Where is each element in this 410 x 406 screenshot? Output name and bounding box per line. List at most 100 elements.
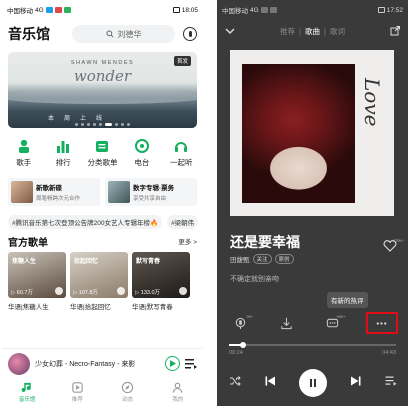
section-header: 官方歌单 更多 > <box>2 230 203 252</box>
progress-bar[interactable] <box>229 342 396 348</box>
now-playing-title: 少女幻葬 - Necro-Fantasy - 来影 <box>35 360 136 368</box>
like-count: 10w+ <box>393 238 404 243</box>
shuffle-icon <box>229 376 241 386</box>
hashtag-chip[interactable]: #梁朝伟 <box>167 215 199 229</box>
song-meta: 田馥甄 关注 原创 <box>230 254 294 264</box>
status-bar: 中国移动 4G 17:52 <box>217 0 408 20</box>
playlist-card[interactable]: 拾起回忆 ▷ 107.8万 华语|拾起回忆 <box>70 252 128 314</box>
previous-button[interactable] <box>264 374 276 392</box>
app-header: 音乐馆 刘德华 <box>2 20 203 48</box>
playlist-card[interactable]: 焦糖人生 ▷ 60.7万 华语|焦糖人生 <box>8 252 66 314</box>
notification-icon <box>63 7 71 13</box>
playlist-row: 焦糖人生 ▷ 60.7万 华语|焦糖人生 拾起回忆 ▷ 107.8万 华语|拾起… <box>2 252 203 314</box>
shuffle-button[interactable] <box>229 374 241 392</box>
player-tabs: 推荐 | 歌曲 | 歌词 <box>280 26 345 36</box>
playlist-cover: 默写青春 ▷ 133.0万 <box>132 252 190 298</box>
tab-feed[interactable]: 动态 <box>111 381 145 403</box>
playback-controls <box>217 366 408 400</box>
profile-icon <box>173 382 183 393</box>
chart-icon <box>57 141 70 153</box>
player-actions: 99+ 999+ <box>217 312 408 334</box>
hashtag-chip[interactable]: #腾讯音乐第七次登顶公告牌200女艺人专辑年榜🔥 <box>8 215 163 229</box>
next-icon <box>350 376 360 386</box>
play-icon <box>169 360 176 367</box>
shortcut-category[interactable]: 分类歌单 <box>85 138 119 174</box>
feature-cards: 新歌新碟 周笔畅跨次元合作 数字专辑·票务 享受共享自由 <box>2 174 203 214</box>
hashtag-row: #腾讯音乐第七次登顶公告牌200女艺人专辑年榜🔥 #梁朝伟 <box>2 214 203 230</box>
previous-icon <box>265 376 275 386</box>
page-title: 音乐馆 <box>8 26 50 42</box>
play-button[interactable] <box>165 356 180 371</box>
more-dots-icon <box>377 321 387 325</box>
current-lyric: 不确定就别亲吻 <box>230 276 279 283</box>
pause-icon <box>309 379 316 387</box>
search-input[interactable]: 刘德华 <box>72 25 175 43</box>
more-options-button[interactable] <box>365 312 398 334</box>
tab-recommend[interactable]: 推荐 <box>60 381 94 403</box>
listen-together-icon <box>175 142 188 152</box>
banner-pagination <box>8 123 197 126</box>
network-label: 4G <box>250 6 259 14</box>
notification-icon <box>269 7 277 13</box>
play-icon[interactable] <box>117 287 125 295</box>
section-title: 官方歌单 <box>8 237 48 249</box>
next-button[interactable] <box>350 374 362 392</box>
card-thumbnail <box>108 181 130 203</box>
collapse-chevron-icon[interactable] <box>225 28 235 35</box>
artist-name[interactable]: 田馥甄 <box>230 254 250 264</box>
mini-player[interactable]: 少女幻葬 - Necro-Fantasy - 来影 <box>2 348 203 378</box>
carrier-label: 中国移动 <box>7 8 33 15</box>
playlist-icon[interactable] <box>185 358 197 369</box>
category-icon <box>96 141 109 152</box>
new-releases-card[interactable]: 新歌新碟 周笔畅跨次元合作 <box>8 178 100 206</box>
carrier-label: 中国移动 <box>222 8 248 15</box>
song-title: 还是要幸福 <box>230 234 300 250</box>
album-cover: Love <box>230 50 394 216</box>
search-placeholder: 刘德华 <box>117 29 142 39</box>
promo-banner[interactable]: 首发 SHAWN MENDES wonder 本周上线 <box>8 52 197 128</box>
playlist-button[interactable] <box>385 374 397 392</box>
notification-icon <box>45 7 53 13</box>
play-icon[interactable] <box>55 287 63 295</box>
shortcut-chart[interactable]: 排行 <box>46 138 80 174</box>
banner-captions: 本周上线 <box>48 116 103 122</box>
category-shortcuts: 歌手 排行 分类歌单 电台 一起听 <box>2 128 203 174</box>
music-note-icon <box>21 382 31 392</box>
progress-knob[interactable] <box>240 342 247 348</box>
tab-music-hall[interactable]: 音乐馆 <box>10 381 44 403</box>
tab-mine[interactable]: 我的 <box>161 381 195 403</box>
banner-artist: SHAWN MENDES <box>70 60 135 66</box>
playlist-icon <box>385 376 396 386</box>
share-icon[interactable] <box>390 26 400 36</box>
shortcut-radio[interactable]: 电台 <box>125 138 159 174</box>
tab-lyrics[interactable]: 歌词 <box>330 27 345 36</box>
download-icon <box>281 317 292 329</box>
shortcut-listen-together[interactable]: 一起听 <box>164 138 198 174</box>
status-time: 18:05 <box>181 6 198 14</box>
network-label: 4G <box>35 6 44 14</box>
original-badge: 原创 <box>274 254 294 264</box>
play-icon[interactable] <box>179 287 187 295</box>
download-button[interactable] <box>273 314 299 332</box>
digital-album-card[interactable]: 数字专辑·票务 享受共享自由 <box>105 178 197 206</box>
more-link[interactable]: 更多 > <box>178 236 197 246</box>
bottom-tab-bar: 音乐馆 推荐 动态 我的 <box>2 378 203 406</box>
battery-icon <box>377 7 385 13</box>
tab-recommend[interactable]: 推荐 <box>280 27 295 36</box>
notification-icon <box>260 7 268 13</box>
current-time: 00:24 <box>229 350 243 356</box>
search-icon <box>105 30 114 38</box>
playlist-cover: 拾起回忆 ▷ 107.8万 <box>70 252 128 298</box>
sound-effect-button[interactable]: 99+ <box>227 314 253 332</box>
comments-button[interactable]: 999+ <box>320 314 346 332</box>
music-home-screen: 中国移动 4G 18:05 音乐馆 刘德华 首发 SHAWN MENDES wo… <box>2 0 203 406</box>
recommend-icon <box>72 382 83 393</box>
voice-search-icon[interactable] <box>183 27 197 41</box>
playlist-card[interactable]: 默写青春 ▷ 133.0万 华语|默写青春 <box>132 252 190 314</box>
follow-button[interactable]: 关注 <box>252 254 272 264</box>
pause-button[interactable] <box>298 369 327 397</box>
battery-icon <box>172 7 180 13</box>
radio-icon <box>134 139 149 153</box>
shortcut-singer[interactable]: 歌手 <box>7 138 41 174</box>
tab-song[interactable]: 歌曲 <box>305 27 320 36</box>
